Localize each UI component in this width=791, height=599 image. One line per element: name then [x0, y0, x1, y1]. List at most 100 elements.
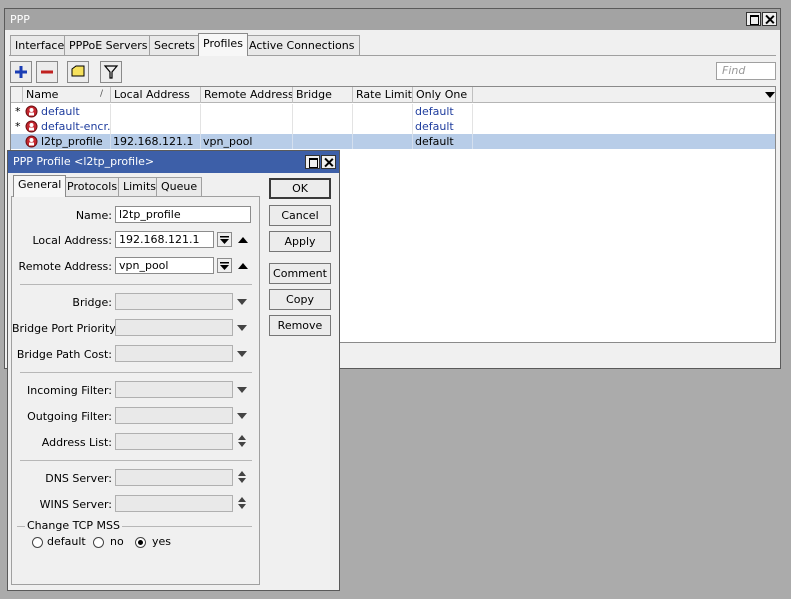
- tab-interface[interactable]: Interface: [10, 35, 70, 55]
- minus-icon: [41, 70, 53, 74]
- row-name: l2tp_profile: [41, 135, 103, 148]
- dns-server-label: DNS Server:: [45, 472, 112, 485]
- local-address-input[interactable]: 192.168.121.1: [115, 231, 214, 248]
- row-remote-address: [201, 104, 293, 119]
- divider: [20, 284, 252, 285]
- sort-icon: /: [100, 89, 104, 99]
- header-remote-address[interactable]: Remote Address: [201, 87, 293, 103]
- tcp-mss-yes-label: yes: [152, 535, 172, 548]
- profile-icon: [25, 105, 38, 118]
- bridge-label: Bridge:: [72, 296, 112, 309]
- plus-icon: [15, 66, 27, 78]
- local-address-dropdown[interactable]: [217, 232, 232, 247]
- collapse-icon[interactable]: [238, 263, 248, 269]
- dropdown-arrow-icon: [220, 262, 229, 270]
- header-bridge[interactable]: Bridge: [293, 87, 353, 103]
- comment-button[interactable]: [67, 61, 89, 83]
- remote-address-label: Remote Address:: [18, 260, 112, 273]
- filter-button[interactable]: [100, 61, 122, 83]
- header-name[interactable]: Name /: [23, 87, 111, 103]
- tab-protocols[interactable]: Protocols: [62, 177, 123, 196]
- wins-server-label: WINS Server:: [39, 498, 112, 511]
- add-button[interactable]: [10, 61, 32, 83]
- table-row[interactable]: * default-encr... default: [11, 119, 775, 134]
- ppp-window-title: PPP: [5, 9, 780, 30]
- change-tcp-mss-label: Change TCP MSS: [27, 519, 120, 532]
- spin-icon[interactable]: [238, 471, 246, 483]
- bridge-path-cost-input[interactable]: [115, 345, 233, 362]
- tab-queue[interactable]: Queue: [156, 177, 203, 196]
- spin-icon[interactable]: [238, 435, 246, 447]
- bridge-path-cost-label: Bridge Path Cost:: [16, 348, 112, 361]
- remove-button[interactable]: Remove: [269, 315, 331, 336]
- address-list-input[interactable]: [115, 433, 233, 450]
- header-rate-limit[interactable]: Rate Limit...: [353, 87, 413, 103]
- table-row[interactable]: * default default: [11, 104, 775, 119]
- chevron-down-icon[interactable]: [237, 387, 247, 393]
- tcp-mss-default-radio[interactable]: [32, 537, 43, 548]
- cancel-button[interactable]: Cancel: [269, 205, 331, 226]
- header-local-address[interactable]: Local Address: [111, 87, 201, 103]
- maximize-icon[interactable]: [305, 155, 320, 169]
- columns-dropdown-icon[interactable]: [765, 92, 775, 98]
- tab-limits[interactable]: Limits: [118, 177, 161, 196]
- row-local-address: [111, 104, 201, 119]
- chevron-down-icon[interactable]: [237, 413, 247, 419]
- remote-address-input[interactable]: vpn_pool: [115, 257, 214, 274]
- bridge-port-priority-input[interactable]: [115, 319, 233, 336]
- filter-icon: [103, 65, 119, 79]
- row-flag: [13, 134, 23, 149]
- ok-button[interactable]: OK: [269, 178, 331, 199]
- row-remote-address: [201, 119, 293, 134]
- address-list-label: Address List:: [41, 436, 112, 449]
- incoming-filter-label: Incoming Filter:: [27, 384, 112, 397]
- maximize-icon[interactable]: [746, 12, 761, 26]
- bridge-select[interactable]: [115, 293, 233, 310]
- comment-button[interactable]: Comment: [269, 263, 331, 284]
- remove-button[interactable]: [36, 61, 58, 83]
- chevron-down-icon[interactable]: [237, 351, 247, 357]
- tab-secrets[interactable]: Secrets: [149, 35, 200, 55]
- find-input[interactable]: Find: [716, 62, 776, 80]
- table-row-selected[interactable]: l2tp_profile 192.168.121.1 vpn_pool defa…: [11, 134, 775, 149]
- outgoing-filter-label: Outgoing Filter:: [27, 410, 112, 423]
- collapse-icon[interactable]: [238, 237, 248, 243]
- name-input[interactable]: l2tp_profile: [115, 206, 251, 223]
- tab-profiles[interactable]: Profiles: [198, 33, 248, 56]
- chevron-down-icon[interactable]: [237, 299, 247, 305]
- row-name: default-encr...: [41, 120, 111, 133]
- header-flag: [11, 87, 23, 103]
- tcp-mss-default-label: default: [47, 535, 86, 548]
- tcp-mss-yes-radio[interactable]: [135, 537, 146, 548]
- spin-icon[interactable]: [238, 497, 246, 509]
- tcp-mss-no-radio[interactable]: [93, 537, 104, 548]
- divider: [20, 460, 252, 461]
- row-flag: *: [15, 105, 21, 118]
- chevron-down-icon[interactable]: [237, 325, 247, 331]
- header-only-one[interactable]: Only One: [413, 87, 473, 103]
- row-only-one: default: [415, 135, 454, 148]
- close-icon[interactable]: [762, 12, 777, 26]
- note-icon: [71, 65, 85, 77]
- dns-server-input[interactable]: [115, 469, 233, 486]
- bridge-port-priority-label: Bridge Port Priority:: [12, 322, 119, 335]
- row-name: default: [41, 105, 80, 118]
- name-label: Name:: [75, 209, 112, 222]
- row-local-address: 192.168.121.1: [113, 135, 194, 148]
- copy-button[interactable]: Copy: [269, 289, 331, 310]
- row-flag: *: [15, 120, 21, 133]
- outgoing-filter-select[interactable]: [115, 407, 233, 424]
- tab-active-connections[interactable]: Active Connections: [244, 35, 360, 55]
- remote-address-dropdown[interactable]: [217, 258, 232, 273]
- close-icon[interactable]: [321, 155, 336, 169]
- row-remote-address: vpn_pool: [203, 135, 253, 148]
- row-local-address: [111, 119, 201, 134]
- incoming-filter-select[interactable]: [115, 381, 233, 398]
- general-panel: Name: l2tp_profile Local Address: 192.16…: [11, 196, 260, 585]
- tab-general[interactable]: General: [13, 175, 67, 197]
- dropdown-arrow-icon: [220, 236, 229, 244]
- tab-pppoe-servers[interactable]: PPPoE Servers: [64, 35, 153, 55]
- apply-button[interactable]: Apply: [269, 231, 331, 252]
- row-only-one: default: [415, 120, 454, 133]
- wins-server-input[interactable]: [115, 495, 233, 512]
